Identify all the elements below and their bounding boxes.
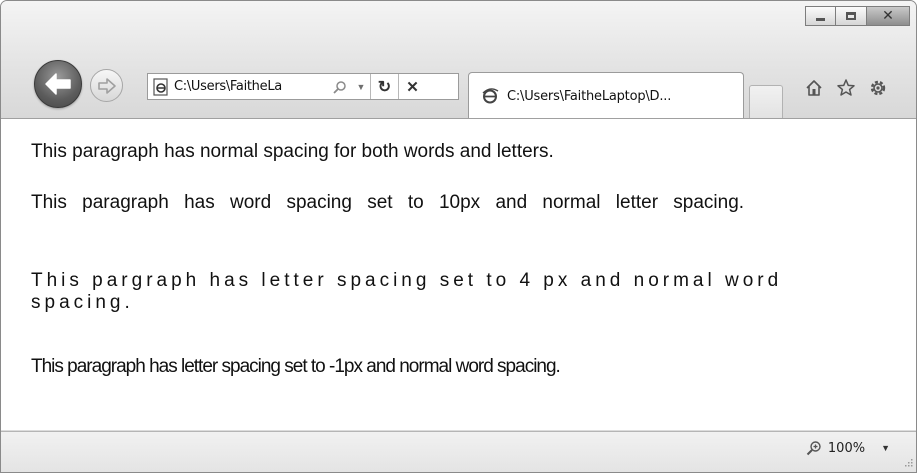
- minimize-icon: [816, 17, 825, 21]
- browser-window: ✕ C:\Users\FaitheLa ▼ ↻ ✕ C:\Users\Faith…: [0, 0, 917, 473]
- stop-button[interactable]: ✕: [398, 74, 426, 99]
- close-icon: ✕: [882, 8, 894, 24]
- home-icon[interactable]: [801, 75, 827, 101]
- forward-button[interactable]: [90, 69, 123, 102]
- star-icon[interactable]: [833, 75, 859, 101]
- zoom-icon: [806, 441, 821, 456]
- maximize-icon: [846, 12, 856, 20]
- page-content: This paragraph has normal spacing for bo…: [1, 118, 916, 430]
- maximize-button[interactable]: [836, 6, 867, 26]
- refresh-button[interactable]: ↻: [370, 74, 398, 99]
- back-button[interactable]: [34, 60, 82, 108]
- back-arrow-icon: [45, 73, 71, 95]
- paragraph-word-spacing: This paragraph has word spacing set to 1…: [31, 192, 745, 213]
- status-bar: 100% ▼: [1, 431, 916, 472]
- search-icon[interactable]: [328, 74, 352, 99]
- tab-active[interactable]: C:\Users\FaitheLaptop\D...: [468, 72, 744, 119]
- minimize-button[interactable]: [805, 6, 836, 26]
- ie-page-icon: [148, 74, 174, 99]
- paragraph-normal-spacing: This paragraph has normal spacing for bo…: [31, 141, 554, 162]
- zoom-level: 100%: [827, 440, 866, 456]
- zoom-dropdown-icon[interactable]: ▼: [881, 443, 890, 453]
- caption-buttons: ✕: [805, 6, 910, 26]
- paragraph-letter-spacing-4px: This pargraph has letter spacing set to …: [31, 270, 783, 313]
- new-tab-button[interactable]: [749, 85, 783, 119]
- gear-icon[interactable]: [865, 75, 891, 101]
- close-button[interactable]: ✕: [867, 6, 910, 26]
- address-url[interactable]: C:\Users\FaitheLa: [174, 79, 328, 94]
- chevron-down-icon[interactable]: ▼: [352, 74, 370, 99]
- ie-logo-icon: [482, 88, 499, 104]
- tab-label: C:\Users\FaitheLaptop\D...: [507, 88, 672, 104]
- paragraph-letter-spacing-negative: This paragraph has letter spacing set to…: [31, 356, 561, 377]
- address-bar[interactable]: C:\Users\FaitheLa ▼ ↻ ✕: [147, 73, 459, 100]
- zoom-control[interactable]: 100% ▼: [806, 440, 890, 456]
- forward-arrow-icon: [97, 77, 116, 94]
- resize-grip-icon[interactable]: [903, 459, 913, 469]
- browser-chrome: ✕ C:\Users\FaitheLa ▼ ↻ ✕ C:\Users\Faith…: [1, 1, 916, 119]
